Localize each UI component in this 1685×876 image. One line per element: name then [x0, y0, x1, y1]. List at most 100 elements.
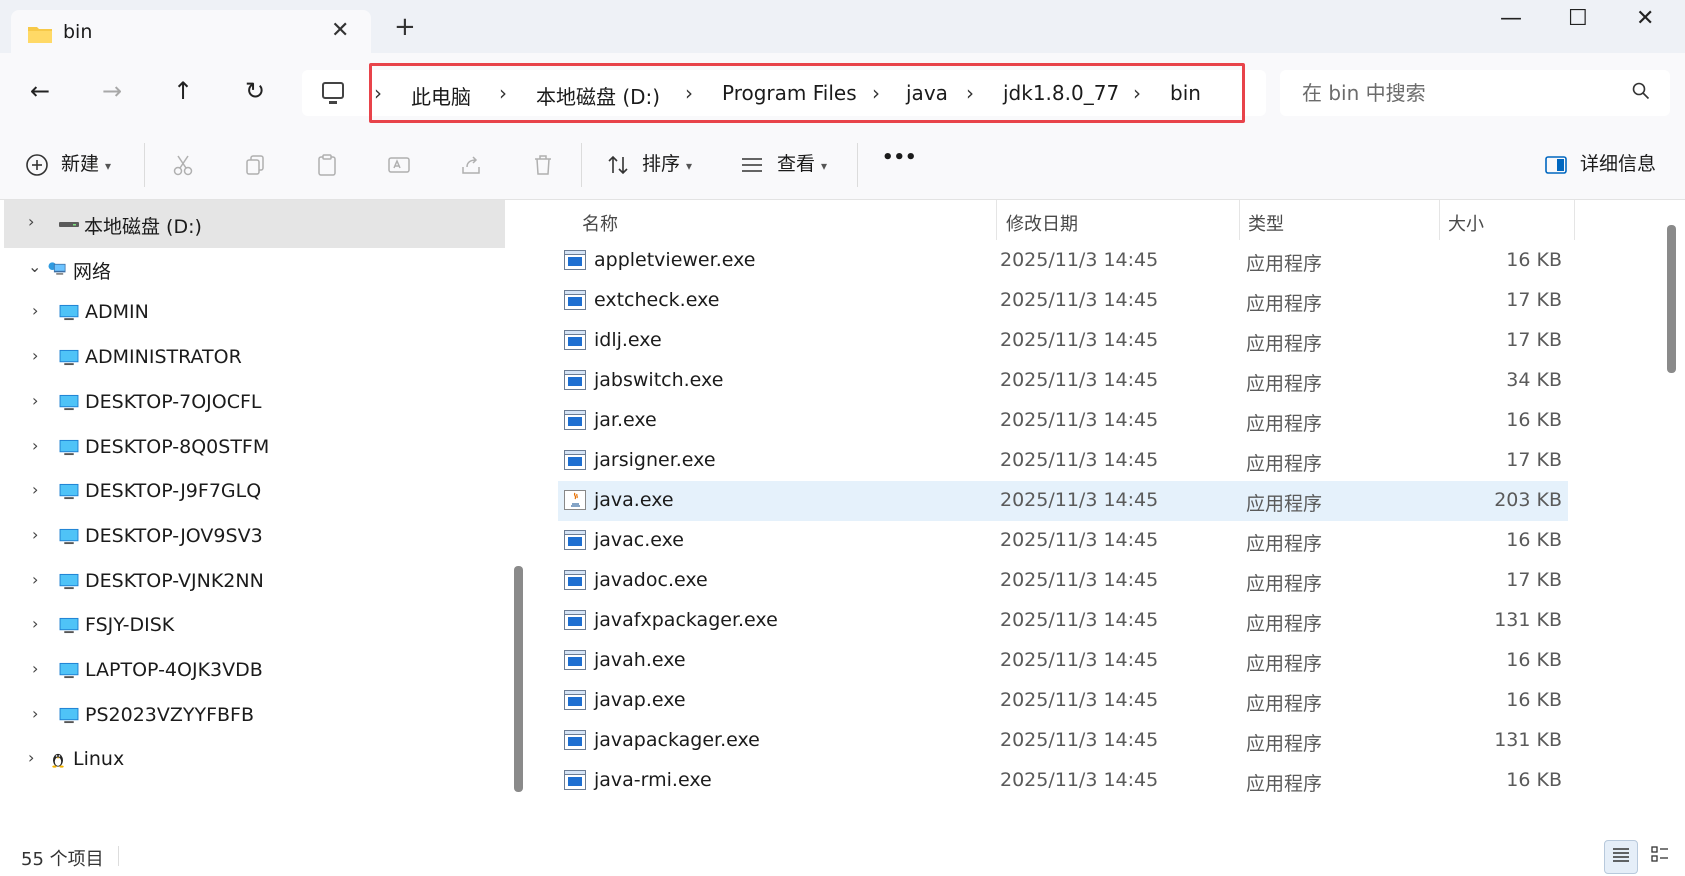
- sidebar-item[interactable]: › DESKTOP-JOV9SV3: [0, 513, 505, 561]
- file-row[interactable]: jarsigner.exe 2025/11/3 14:45 应用程序 17 KB: [558, 441, 1568, 481]
- search-icon[interactable]: [1632, 82, 1650, 105]
- file-name: java.exe: [594, 489, 674, 511]
- file-type: 应用程序: [1246, 533, 1323, 555]
- maximize-button[interactable]: ☐: [1568, 6, 1588, 31]
- toolbar-divider: [144, 143, 145, 187]
- column-divider[interactable]: [996, 200, 997, 240]
- file-name: java-rmi.exe: [594, 769, 712, 791]
- file-row[interactable]: extcheck.exe 2025/11/3 14:45 应用程序 17 KB: [558, 281, 1568, 321]
- back-button[interactable]: ←: [25, 76, 55, 106]
- expand-chevron-icon[interactable]: ⌄: [28, 257, 41, 276]
- forward-button[interactable]: →: [97, 76, 127, 106]
- expand-chevron-icon[interactable]: ›: [32, 525, 38, 544]
- sidebar-item[interactable]: › PS2023VZYYFBFB: [0, 692, 505, 740]
- drive-icon: [59, 222, 79, 227]
- file-row[interactable]: jabswitch.exe 2025/11/3 14:45 应用程序 34 KB: [558, 361, 1568, 401]
- close-window-button[interactable]: ✕: [1636, 6, 1654, 31]
- expand-chevron-icon[interactable]: ›: [32, 659, 38, 678]
- details-pane-icon[interactable]: [1544, 153, 1568, 177]
- file-row[interactable]: java-rmi.exe 2025/11/3 14:45 应用程序 16 KB: [558, 761, 1568, 801]
- file-type: 应用程序: [1246, 733, 1323, 755]
- refresh-button[interactable]: ↻: [240, 76, 270, 106]
- copy-icon[interactable]: [243, 153, 267, 177]
- this-pc-icon[interactable]: [322, 82, 344, 104]
- expand-chevron-icon[interactable]: ›: [32, 614, 38, 633]
- expand-chevron-icon[interactable]: ›: [32, 391, 38, 410]
- column-header-date[interactable]: 修改日期: [1006, 210, 1078, 236]
- delete-icon[interactable]: [531, 153, 555, 177]
- file-date: 2025/11/3 14:45: [1000, 449, 1159, 471]
- sidebar-scrollbar[interactable]: [514, 566, 523, 792]
- monitor-icon: [59, 618, 79, 634]
- sort-button[interactable]: 排序 ▾: [642, 149, 692, 176]
- file-row[interactable]: javah.exe 2025/11/3 14:45 应用程序 16 KB: [558, 641, 1568, 681]
- column-header-name[interactable]: 名称: [582, 210, 618, 236]
- tab-bin[interactable]: bin ✕: [11, 10, 371, 53]
- expand-chevron-icon[interactable]: ›: [32, 301, 38, 320]
- sidebar-item[interactable]: › LAPTOP-4OJK3VDB: [0, 647, 505, 695]
- exe-app-icon: [564, 250, 586, 270]
- file-row[interactable]: javafxpackager.exe 2025/11/3 14:45 应用程序 131…: [558, 601, 1568, 641]
- sidebar-item[interactable]: ⌄ 网络: [0, 245, 505, 293]
- file-row[interactable]: javap.exe 2025/11/3 14:45 应用程序 16 KB: [558, 681, 1568, 721]
- file-row[interactable]: javadoc.exe 2025/11/3 14:45 应用程序 17 KB: [558, 561, 1568, 601]
- tab-close-icon[interactable]: ✕: [331, 18, 349, 43]
- sidebar-item-label: 网络: [73, 260, 112, 283]
- expand-chevron-icon[interactable]: ›: [32, 570, 38, 589]
- file-row[interactable]: jar.exe 2025/11/3 14:45 应用程序 16 KB: [558, 401, 1568, 441]
- expand-chevron-icon[interactable]: ›: [32, 436, 38, 455]
- sidebar-item[interactable]: › ADMIN: [0, 289, 505, 337]
- column-divider[interactable]: [1239, 200, 1240, 240]
- file-name: idlj.exe: [594, 329, 662, 351]
- expand-chevron-icon[interactable]: ›: [28, 748, 34, 767]
- new-tab-button[interactable]: +: [394, 14, 416, 40]
- view-button[interactable]: 查看 ▾: [777, 149, 827, 176]
- file-row[interactable]: appletviewer.exe 2025/11/3 14:45 应用程序 16 KB: [558, 241, 1568, 281]
- file-size: 17 KB: [1506, 449, 1562, 471]
- sidebar-item[interactable]: › 本地磁盘 (D:): [4, 200, 505, 248]
- share-icon[interactable]: [459, 153, 483, 177]
- new-button[interactable]: 新建 ▾: [61, 149, 111, 176]
- minimize-button[interactable]: —: [1500, 6, 1522, 31]
- more-options-button[interactable]: •••: [882, 147, 917, 168]
- file-row[interactable]: javapackager.exe 2025/11/3 14:45 应用程序 131 K…: [558, 721, 1568, 761]
- file-row[interactable]: java.exe 2025/11/3 14:45 应用程序 203 KB: [558, 481, 1568, 521]
- view-icon[interactable]: [740, 153, 764, 177]
- sidebar-item[interactable]: › DESKTOP-J9F7GLQ: [0, 468, 505, 516]
- search-box[interactable]: [1280, 70, 1670, 116]
- sort-icon[interactable]: [606, 153, 630, 177]
- expand-chevron-icon[interactable]: ›: [32, 704, 38, 723]
- sidebar-item[interactable]: › DESKTOP-7OJOCFL: [0, 379, 505, 427]
- sidebar-item[interactable]: › FSJY-DISK: [0, 602, 505, 650]
- cut-icon[interactable]: [171, 153, 195, 177]
- column-divider[interactable]: [1439, 200, 1440, 240]
- column-header-type[interactable]: 类型: [1248, 210, 1284, 236]
- file-list-scrollbar[interactable]: [1667, 225, 1676, 373]
- rename-icon[interactable]: [387, 153, 411, 177]
- sidebar-item[interactable]: › Linux: [0, 736, 505, 784]
- exe-app-icon: [564, 450, 586, 470]
- column-divider[interactable]: [1574, 200, 1575, 240]
- file-row[interactable]: idlj.exe 2025/11/3 14:45 应用程序 17 KB: [558, 321, 1568, 361]
- file-date: 2025/11/3 14:45: [1000, 689, 1159, 711]
- search-input[interactable]: [1280, 70, 1640, 116]
- sidebar-item-label: DESKTOP-VJNK2NN: [85, 569, 264, 592]
- file-row[interactable]: javac.exe 2025/11/3 14:45 应用程序 16 KB: [558, 521, 1568, 561]
- sidebar-item[interactable]: › DESKTOP-8Q0STFM: [0, 424, 505, 472]
- paste-icon[interactable]: [315, 153, 339, 177]
- new-plus-icon[interactable]: [25, 153, 49, 177]
- column-header-size[interactable]: 大小: [1448, 210, 1484, 236]
- expand-chevron-icon[interactable]: ›: [32, 480, 38, 499]
- file-size: 203 KB: [1494, 489, 1562, 511]
- up-button[interactable]: ↑: [168, 76, 198, 106]
- details-view-button[interactable]: [1604, 840, 1638, 874]
- sidebar-item[interactable]: › ADMINISTRATOR: [0, 334, 505, 382]
- sidebar-item[interactable]: › DESKTOP-VJNK2NN: [0, 558, 505, 606]
- tiles-view-button[interactable]: [1643, 840, 1677, 874]
- sidebar-item-label: 本地磁盘 (D:): [84, 216, 202, 238]
- file-date: 2025/11/3 14:45: [1000, 729, 1159, 751]
- expand-chevron-icon[interactable]: ›: [28, 212, 34, 231]
- details-button[interactable]: 详细信息: [1580, 149, 1656, 176]
- expand-chevron-icon[interactable]: ›: [32, 346, 38, 365]
- file-size: 17 KB: [1506, 569, 1562, 591]
